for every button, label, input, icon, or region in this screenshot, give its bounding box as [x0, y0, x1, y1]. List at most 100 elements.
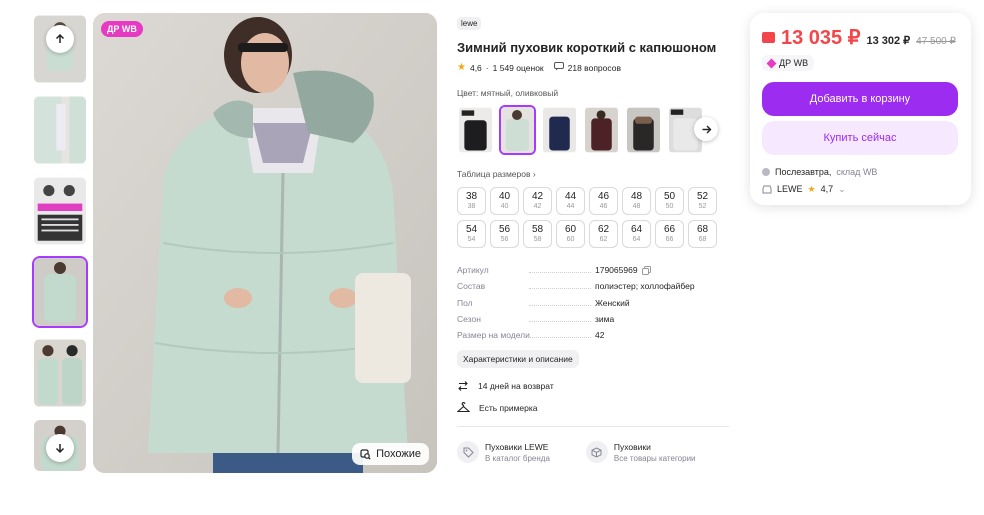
fitting-perk-label: Есть примерка — [479, 403, 538, 414]
brand-catalog-link[interactable]: Пуховики LEWE В каталог бренда — [457, 441, 550, 464]
thumbnails-up-button[interactable] — [46, 25, 74, 53]
size-eu: 60 — [566, 236, 575, 243]
size-option[interactable]: 48 48 — [622, 187, 651, 215]
thumbnail[interactable] — [32, 337, 88, 409]
size-eu: 56 — [500, 236, 509, 243]
color-swatch[interactable] — [457, 105, 494, 155]
size-option[interactable]: 56 56 — [490, 220, 519, 248]
size-ru: 42 — [531, 191, 544, 202]
size-option[interactable]: 40 40 — [490, 187, 519, 215]
shop-icon — [762, 185, 772, 193]
size-ru: 40 — [498, 191, 511, 202]
spec-value: зима — [595, 314, 615, 325]
size-option[interactable]: 50 50 — [655, 187, 684, 215]
spec-row: Пол Женский — [457, 295, 732, 311]
size-option[interactable]: 44 44 — [556, 187, 585, 215]
size-ru: 62 — [597, 224, 610, 235]
return-icon — [458, 381, 468, 392]
size-eu: 68 — [698, 236, 707, 243]
thumbnail-active[interactable] — [32, 256, 88, 328]
color-swatch[interactable] — [625, 105, 662, 155]
colors-next-button[interactable] — [694, 117, 718, 141]
divider — [457, 426, 729, 428]
thumbnails-down-button[interactable] — [46, 434, 74, 462]
size-option[interactable]: 66 66 — [655, 220, 684, 248]
size-option[interactable]: 52 52 — [688, 187, 717, 215]
spec-key: Размер на модели — [457, 330, 595, 340]
arrow-up-icon — [55, 33, 65, 43]
size-option[interactable]: 38 38 — [457, 187, 486, 215]
box-icon — [585, 441, 608, 464]
star-icon: ★ — [807, 183, 816, 194]
copy-icon[interactable] — [641, 265, 651, 275]
size-option[interactable]: 42 42 — [523, 187, 552, 215]
thumbnail[interactable] — [32, 175, 88, 247]
spec-value: Женский — [595, 297, 630, 308]
brand-link[interactable]: lewe — [457, 17, 482, 30]
rating-value[interactable]: 4,6 — [470, 63, 482, 73]
seller-info[interactable]: LEWE ★ 4,7 ⌄ — [762, 184, 959, 195]
reviews-count[interactable]: 1 549 оценок — [493, 63, 544, 73]
delivery-icon — [762, 167, 770, 176]
size-option[interactable]: 54 54 — [457, 220, 486, 248]
delivery-day: Послезавтра, — [775, 166, 832, 177]
thumbnail[interactable] — [32, 94, 88, 166]
size-option[interactable]: 68 68 — [688, 220, 717, 248]
spec-key: Сезон — [457, 314, 595, 324]
product-photo-image — [93, 13, 437, 473]
size-table-link[interactable]: Таблица размеров › — [457, 169, 732, 179]
color-swatch-active[interactable] — [499, 105, 536, 155]
size-option[interactable]: 64 64 — [622, 220, 651, 248]
buy-now-button[interactable]: Купить сейчас — [762, 120, 958, 155]
color-label: Цвет: мятный, оливковый — [457, 88, 559, 98]
fitting-perk: Есть примерка — [457, 402, 732, 414]
similar-button[interactable]: Похожие — [352, 443, 429, 465]
size-ru: 60 — [564, 224, 577, 235]
color-swatch[interactable] — [583, 105, 620, 155]
main-product-photo[interactable]: ДР WB Похожие — [93, 13, 437, 473]
similar-label: Похожие — [376, 448, 421, 460]
size-ru: 64 — [630, 224, 643, 235]
return-perk: 14 дней на возврат — [457, 380, 732, 392]
size-option[interactable]: 60 60 — [556, 220, 585, 248]
size-eu: 66 — [665, 236, 674, 243]
size-eu: 46 — [599, 203, 608, 210]
characteristics-button[interactable]: Характеристики и описание — [457, 350, 579, 369]
questions-count[interactable]: 218 вопросов — [568, 63, 621, 73]
spec-row: Состав полиэстер; холлофайбер — [457, 278, 732, 294]
size-option[interactable]: 62 62 — [589, 220, 618, 248]
price-row: 13 035 ₽ 13 302 ₽ 47 500 ₽ — [762, 25, 959, 50]
size-option[interactable]: 46 46 — [589, 187, 618, 215]
size-option[interactable]: 58 58 — [523, 220, 552, 248]
add-to-cart-button[interactable]: Добавить в корзину — [762, 81, 958, 116]
size-ru: 58 — [531, 224, 544, 235]
size-ru: 46 — [597, 191, 610, 202]
questions-icon — [553, 62, 564, 73]
category-links: Пуховики LEWE В каталог бренда Пуховики … — [457, 441, 732, 464]
size-eu: 58 — [533, 236, 542, 243]
size-eu: 44 — [566, 203, 575, 210]
spec-row: Артикул 179065969 — [457, 262, 732, 278]
size-eu: 40 — [500, 203, 509, 210]
category-subtitle: Все товары категории — [613, 453, 696, 463]
chevron-down-icon[interactable]: ⌄ — [838, 184, 846, 195]
arrow-right-icon — [702, 125, 711, 133]
category-link[interactable]: Пуховики Все товары категории — [585, 441, 696, 464]
specs-list: Артикул 179065969 Состав полиэстер; холл… — [457, 262, 732, 343]
delivery-info: Послезавтра, склад WB — [762, 167, 959, 177]
wallet-price: 13 035 ₽ — [781, 27, 861, 49]
spec-value: полиэстер; холлофайбер — [595, 281, 695, 292]
promo-chip[interactable]: ДР WB — [762, 55, 815, 71]
size-eu: 38 — [467, 203, 476, 210]
size-eu: 50 — [665, 203, 674, 210]
color-swatch[interactable] — [541, 105, 578, 155]
spec-row: Размер на модели 42 — [457, 327, 732, 343]
buy-card: 13 035 ₽ 13 302 ₽ 47 500 ₽ ДР WB Добавит… — [750, 13, 971, 205]
spec-row: Сезон зима — [457, 311, 732, 327]
size-eu: 64 — [632, 236, 641, 243]
similar-search-icon — [360, 448, 371, 460]
seller-name[interactable]: LEWE — [777, 184, 803, 194]
promo-badge: ДР WB — [101, 21, 143, 37]
spec-value: 179065969 — [595, 265, 651, 275]
color-options — [457, 105, 732, 155]
